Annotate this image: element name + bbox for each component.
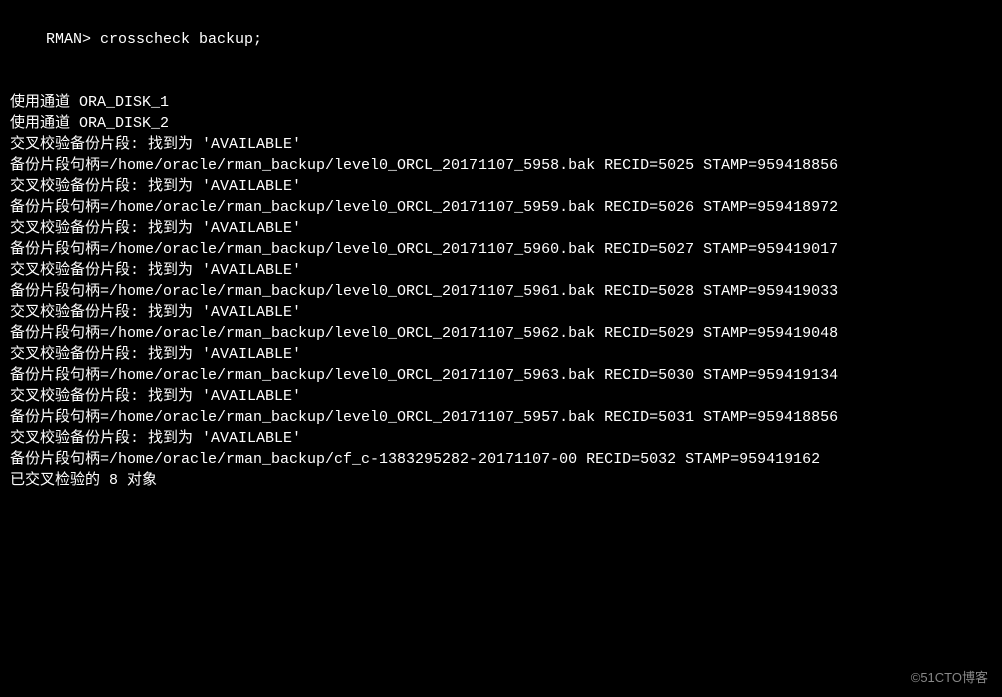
- watermark-text: ©51CTO博客: [911, 669, 988, 687]
- crosscheck-status-line: 交叉校验备份片段: 找到为 'AVAILABLE': [10, 260, 992, 281]
- crosscheck-status-line: 交叉校验备份片段: 找到为 'AVAILABLE': [10, 218, 992, 239]
- rman-prompt: RMAN>: [46, 31, 100, 48]
- channel-line: 使用通道 ORA_DISK_2: [10, 113, 992, 134]
- backup-handle-line: 备份片段句柄=/home/oracle/rman_backup/level0_O…: [10, 155, 992, 176]
- crosscheck-status-line: 交叉校验备份片段: 找到为 'AVAILABLE': [10, 386, 992, 407]
- crosscheck-status-line: 交叉校验备份片段: 找到为 'AVAILABLE': [10, 344, 992, 365]
- channel-line: 使用通道 ORA_DISK_1: [10, 92, 992, 113]
- backup-handle-line: 备份片段句柄=/home/oracle/rman_backup/level0_O…: [10, 197, 992, 218]
- backup-handle-line: 备份片段句柄=/home/oracle/rman_backup/level0_O…: [10, 407, 992, 428]
- crosscheck-status-line: 交叉校验备份片段: 找到为 'AVAILABLE': [10, 302, 992, 323]
- rman-command: crosscheck backup;: [100, 31, 262, 48]
- crosscheck-status-line: 交叉校验备份片段: 找到为 'AVAILABLE': [10, 176, 992, 197]
- backup-handle-line: 备份片段句柄=/home/oracle/rman_backup/level0_O…: [10, 281, 992, 302]
- backup-handle-line: 备份片段句柄=/home/oracle/rman_backup/level0_O…: [10, 239, 992, 260]
- backup-handle-line: 备份片段句柄=/home/oracle/rman_backup/level0_O…: [10, 365, 992, 386]
- backup-handle-line: 备份片段句柄=/home/oracle/rman_backup/level0_O…: [10, 323, 992, 344]
- summary-line: 已交叉检验的 8 对象: [10, 470, 992, 491]
- backup-handle-line: 备份片段句柄=/home/oracle/rman_backup/cf_c-138…: [10, 449, 992, 470]
- prompt-line[interactable]: RMAN> crosscheck backup;: [10, 8, 992, 71]
- blank-line: [10, 71, 992, 92]
- terminal-output: RMAN> crosscheck backup; 使用通道 ORA_DISK_1…: [10, 8, 992, 491]
- crosscheck-status-line: 交叉校验备份片段: 找到为 'AVAILABLE': [10, 428, 992, 449]
- crosscheck-status-line: 交叉校验备份片段: 找到为 'AVAILABLE': [10, 134, 992, 155]
